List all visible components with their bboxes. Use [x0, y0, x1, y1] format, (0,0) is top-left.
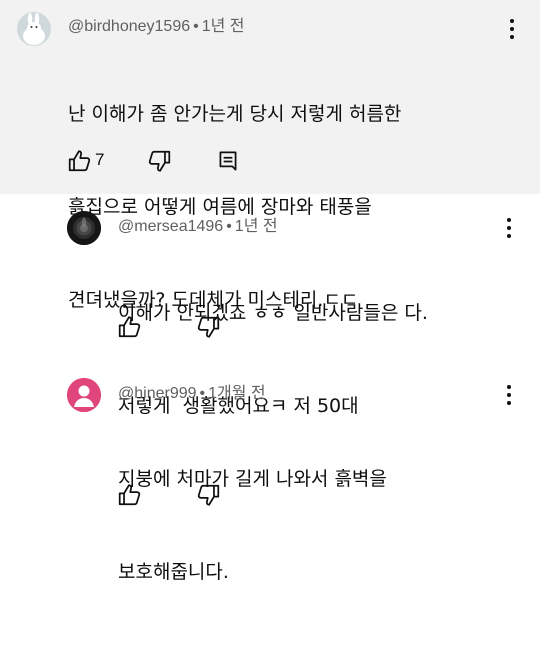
like-count: 7 — [95, 150, 105, 169]
like-button[interactable] — [67, 148, 93, 174]
author-name[interactable]: @mersea1496 — [118, 218, 223, 235]
more-options-icon[interactable] — [497, 216, 521, 240]
reply-comment: @hiner999 • 1개월 전 지붕에 처마가 길게 나와서 흙벽을 보호해줍니… — [0, 364, 540, 583]
comment-highlighted: @birdhoney1596 • 1년 전 난 이해가 좀 안가는게 당시 저렇게 … — [0, 0, 540, 311]
more-options-icon[interactable] — [497, 383, 521, 407]
comment-line: 지붕에 처마가 길게 나와서 흙벽을 — [118, 468, 387, 490]
comment-line: 이해가 안되겠죠 ㅎㅎ 일반사람들은 다. — [118, 302, 428, 324]
comment-meta: @birdhoney1596 • 1년 전 — [68, 12, 245, 36]
more-options-icon[interactable] — [500, 17, 524, 41]
thumb-down-icon — [197, 316, 220, 338]
dislike-button[interactable] — [195, 482, 221, 508]
like-button[interactable] — [117, 482, 143, 508]
comment-meta: @mersea1496 • 1년 전 — [118, 212, 278, 236]
separator-dot: • — [226, 218, 232, 235]
reply-icon — [219, 151, 237, 171]
comment-time[interactable]: 1년 전 — [202, 18, 245, 35]
separator-dot: • — [199, 385, 206, 402]
white-rabbit-avatar-icon — [17, 12, 51, 46]
comment-text: 지붕에 처마가 길게 나와서 흙벽을 보호해줍니다. — [118, 402, 387, 650]
reply-comment: @mersea1496 • 1년 전 이해가 안되겠죠 ㅎㅎ 일반사람들은 다. 저… — [0, 194, 540, 417]
thumb-down-icon — [197, 484, 220, 506]
comment-line: 난 이해가 좀 안가는게 당시 저렇게 허름한 — [68, 103, 402, 125]
author-name[interactable]: @birdhoney1596 — [68, 18, 190, 35]
dislike-button[interactable] — [195, 314, 221, 340]
dark-rose-avatar-icon — [67, 211, 101, 245]
thumb-up-icon — [118, 484, 141, 506]
comment-time[interactable]: 1개월 전 — [208, 385, 266, 402]
avatar[interactable] — [67, 378, 101, 412]
thumb-up-icon — [68, 150, 91, 172]
separator-dot: • — [193, 18, 199, 35]
dislike-button[interactable] — [146, 148, 172, 174]
comment-meta: @hiner999 • 1개월 전 — [118, 379, 266, 403]
author-name[interactable]: @hiner999 — [118, 385, 197, 402]
default-person-avatar-icon — [67, 378, 101, 412]
thumb-down-icon — [148, 150, 171, 172]
avatar[interactable] — [67, 211, 101, 245]
thumb-up-icon — [118, 316, 141, 338]
comment-time[interactable]: 1년 전 — [235, 218, 278, 235]
comment-line: 보호해줍니다. — [118, 561, 229, 583]
avatar[interactable] — [17, 12, 51, 46]
reply-button[interactable] — [215, 148, 241, 174]
like-button[interactable] — [117, 314, 143, 340]
